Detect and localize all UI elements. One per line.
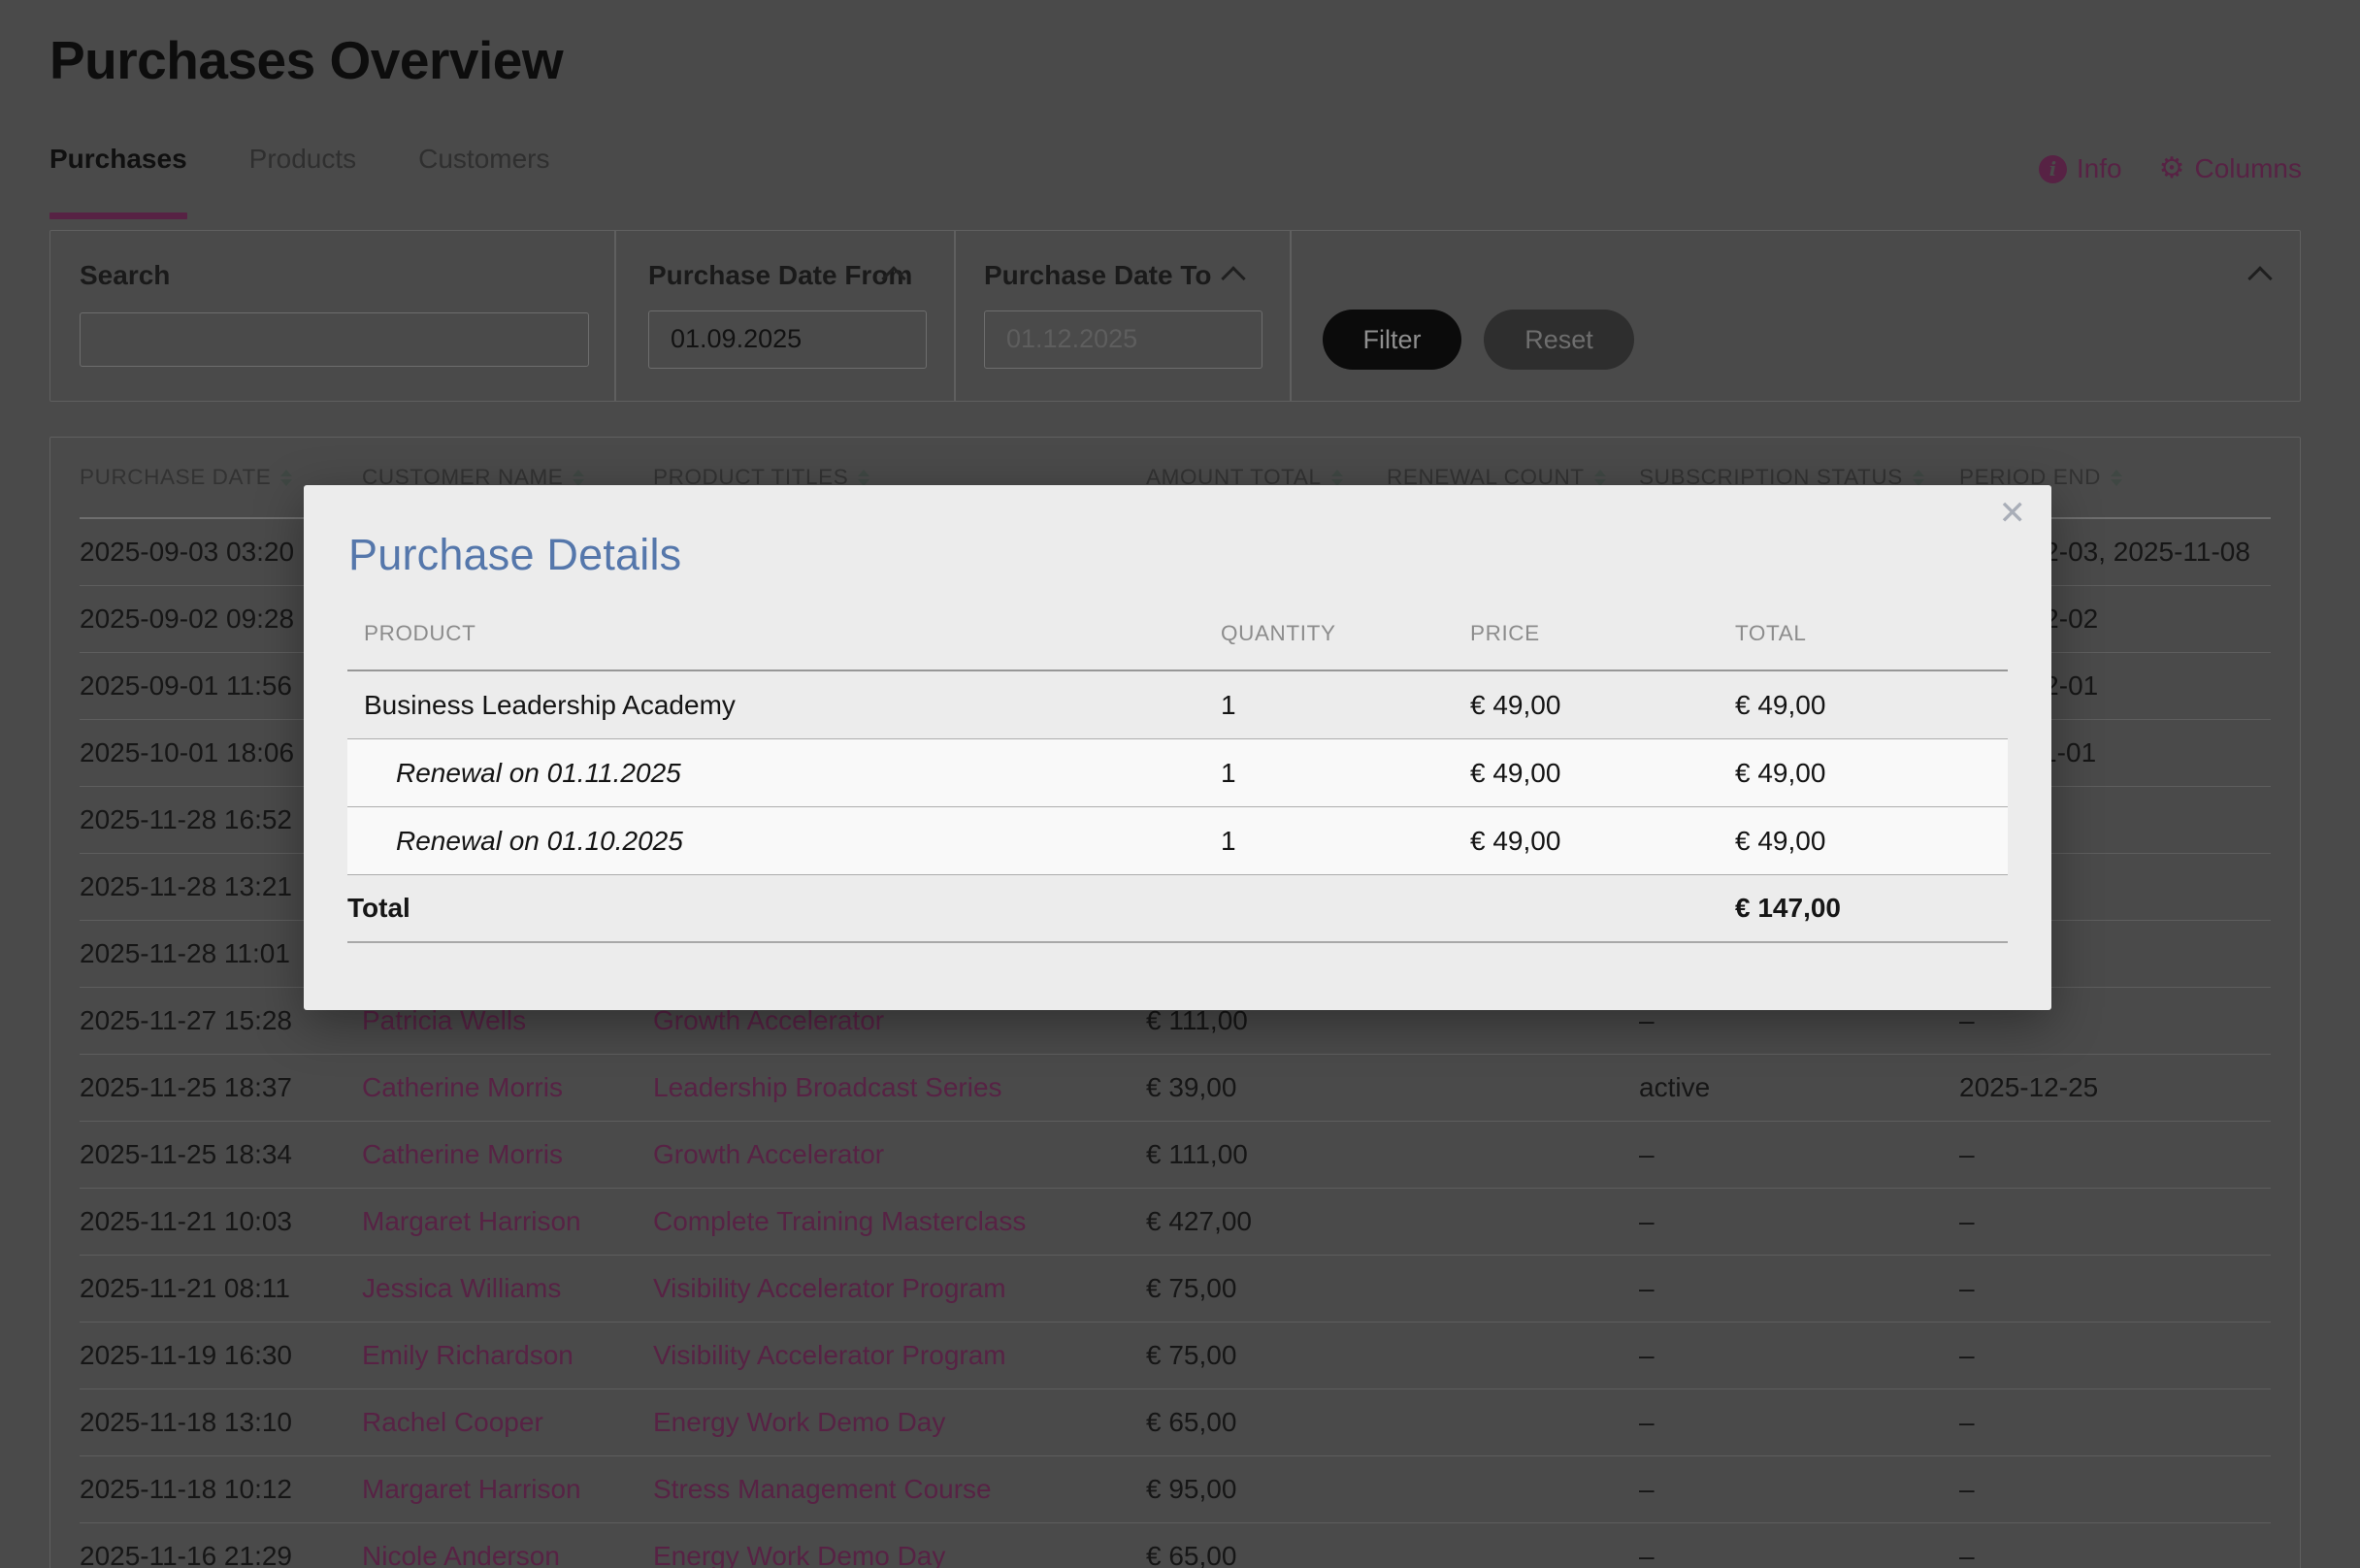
modal-cell-quantity: 1 <box>1182 826 1470 857</box>
modal-cell-product: Renewal on 01.11.2025 <box>347 758 1182 789</box>
modal-table-body: Business Leadership Academy1€ 49,00€ 49,… <box>347 671 2008 875</box>
modal-cell-product: Renewal on 01.10.2025 <box>347 826 1182 857</box>
modal-title: Purchase Details <box>348 530 681 580</box>
total-row: Total € 147,00 <box>347 875 2008 943</box>
modal-cell-price: € 49,00 <box>1470 758 1735 789</box>
modal-row: Renewal on 01.10.20251€ 49,00€ 49,00 <box>347 807 2008 875</box>
modal-cell-product: Business Leadership Academy <box>347 690 1182 721</box>
modal-table-header: PRODUCTQUANTITYPRICETOTAL <box>347 597 2008 671</box>
modal-cell-total: € 49,00 <box>1735 690 2008 721</box>
modal-cell-price: € 49,00 <box>1470 826 1735 857</box>
modal-column-header-3: TOTAL <box>1735 621 2008 646</box>
modal-cell-quantity: 1 <box>1182 758 1470 789</box>
modal-column-header-0: PRODUCT <box>347 621 1182 646</box>
total-label: Total <box>347 893 1182 924</box>
modal-cell-total: € 49,00 <box>1735 758 2008 789</box>
modal-column-header-2: PRICE <box>1470 621 1735 646</box>
purchases-overview-page: Purchases Overview Purchases Products Cu… <box>0 0 2360 1568</box>
modal-row: Business Leadership Academy1€ 49,00€ 49,… <box>347 671 2008 739</box>
close-icon[interactable]: ✕ <box>1999 497 2027 530</box>
purchase-details-modal: ✕ Purchase Details PRODUCTQUANTITYPRICET… <box>304 485 2051 1010</box>
modal-row: Renewal on 01.11.20251€ 49,00€ 49,00 <box>347 739 2008 807</box>
modal-column-header-1: QUANTITY <box>1182 621 1470 646</box>
modal-cell-total: € 49,00 <box>1735 826 2008 857</box>
modal-cell-price: € 49,00 <box>1470 690 1735 721</box>
modal-table: PRODUCTQUANTITYPRICETOTAL Business Leade… <box>347 597 2008 943</box>
modal-cell-quantity: 1 <box>1182 690 1470 721</box>
total-value: € 147,00 <box>1735 893 2008 924</box>
